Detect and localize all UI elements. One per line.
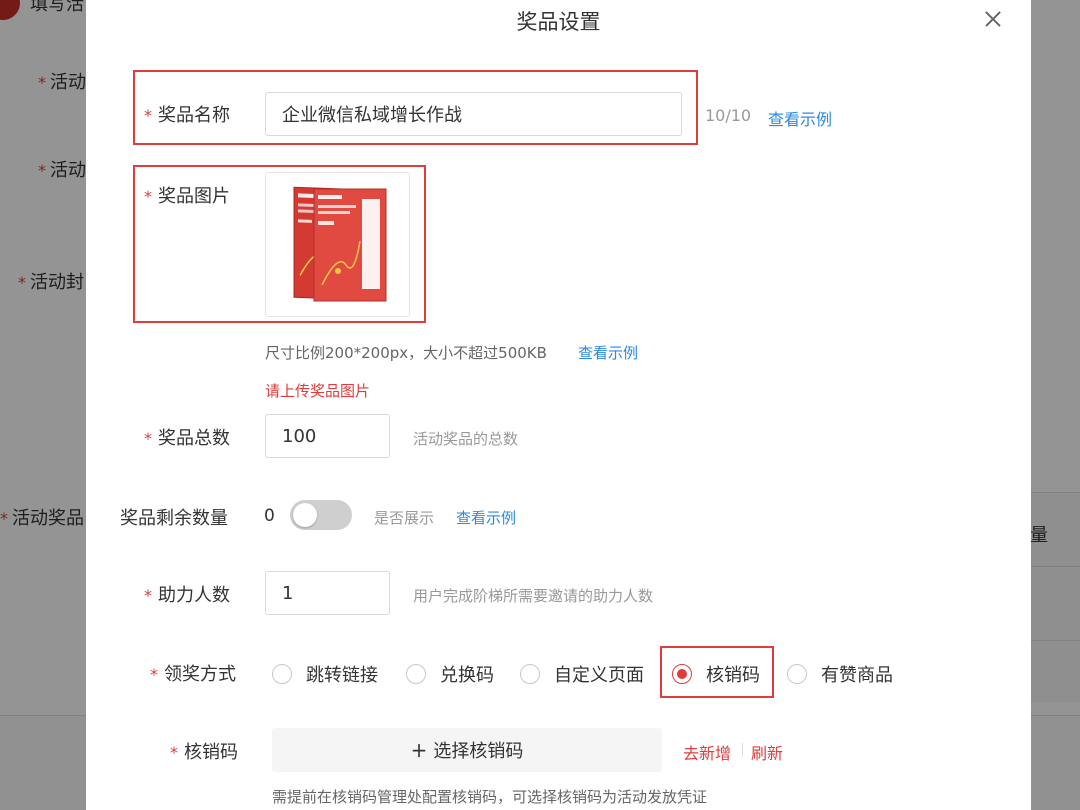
verify-code-label: * 核销码 bbox=[170, 742, 238, 763]
refresh-link[interactable]: 刷新 bbox=[751, 740, 783, 764]
radio-redeem-code[interactable]: 兑换码 bbox=[406, 661, 494, 687]
radio-dot-selected bbox=[672, 664, 692, 684]
helpers-hint: 用户完成阶梯所需要邀请的助力人数 bbox=[413, 587, 654, 605]
verify-code-hint: 需提前在核销码管理处配置核销码，可选择核销码为活动发放凭证 bbox=[272, 788, 708, 806]
prize-image-hint: 尺寸比例200*200px，大小不超过500KB bbox=[265, 344, 547, 362]
prize-image-error: 请上传奖品图片 bbox=[265, 382, 371, 400]
claim-method-label: * 领奖方式 bbox=[150, 664, 236, 685]
prize-image-label: * 奖品图片 bbox=[144, 186, 230, 207]
radio-dot bbox=[520, 664, 540, 684]
plus-icon: + bbox=[410, 738, 428, 762]
helpers-label: * 助力人数 bbox=[144, 585, 230, 606]
radio-dot bbox=[272, 664, 292, 684]
prize-total-label: * 奖品总数 bbox=[144, 428, 230, 449]
prize-remaining-example-link[interactable]: 查看示例 bbox=[456, 507, 516, 528]
prize-image-upload[interactable] bbox=[265, 172, 410, 317]
prize-remaining-value: 0 bbox=[264, 506, 275, 526]
radio-jump-link[interactable]: 跳转链接 bbox=[272, 661, 378, 687]
prize-total-input[interactable]: 100 bbox=[265, 414, 390, 458]
prize-name-label: * 奖品名称 bbox=[144, 105, 230, 126]
prize-settings-modal: 奖品设置 *奖品名称 企业微信私域增长作战 10/10 查看示例 *奖品图片 bbox=[86, 0, 1031, 810]
close-icon[interactable] bbox=[978, 4, 1008, 34]
radio-dot bbox=[787, 664, 807, 684]
select-verify-code-button[interactable]: + 选择核销码 bbox=[272, 728, 662, 772]
prize-total-hint: 活动奖品的总数 bbox=[413, 430, 519, 448]
toggle-knob bbox=[293, 503, 317, 527]
radio-youzan-product[interactable]: 有赞商品 bbox=[787, 661, 893, 687]
prize-name-input[interactable]: 企业微信私域增长作战 bbox=[265, 92, 682, 136]
prize-name-example-link[interactable]: 查看示例 bbox=[768, 106, 832, 130]
modal-title: 奖品设置 bbox=[516, 10, 601, 34]
prize-remaining-label: 奖品剩余数量 bbox=[120, 508, 228, 529]
prize-image-thumbnail bbox=[293, 186, 387, 302]
add-verify-code-link[interactable]: 去新增 bbox=[683, 740, 731, 764]
prize-remaining-hint: 是否展示 bbox=[374, 509, 435, 527]
prize-name-counter: 10/10 bbox=[705, 106, 752, 125]
helpers-input[interactable]: 1 bbox=[265, 571, 390, 615]
prize-image-example-link[interactable]: 查看示例 bbox=[578, 342, 638, 363]
radio-verify-code[interactable]: 核销码 bbox=[672, 661, 760, 687]
link-divider bbox=[742, 743, 743, 757]
radio-dot bbox=[406, 664, 426, 684]
radio-custom-page[interactable]: 自定义页面 bbox=[520, 661, 644, 687]
prize-remaining-toggle[interactable] bbox=[290, 500, 352, 530]
